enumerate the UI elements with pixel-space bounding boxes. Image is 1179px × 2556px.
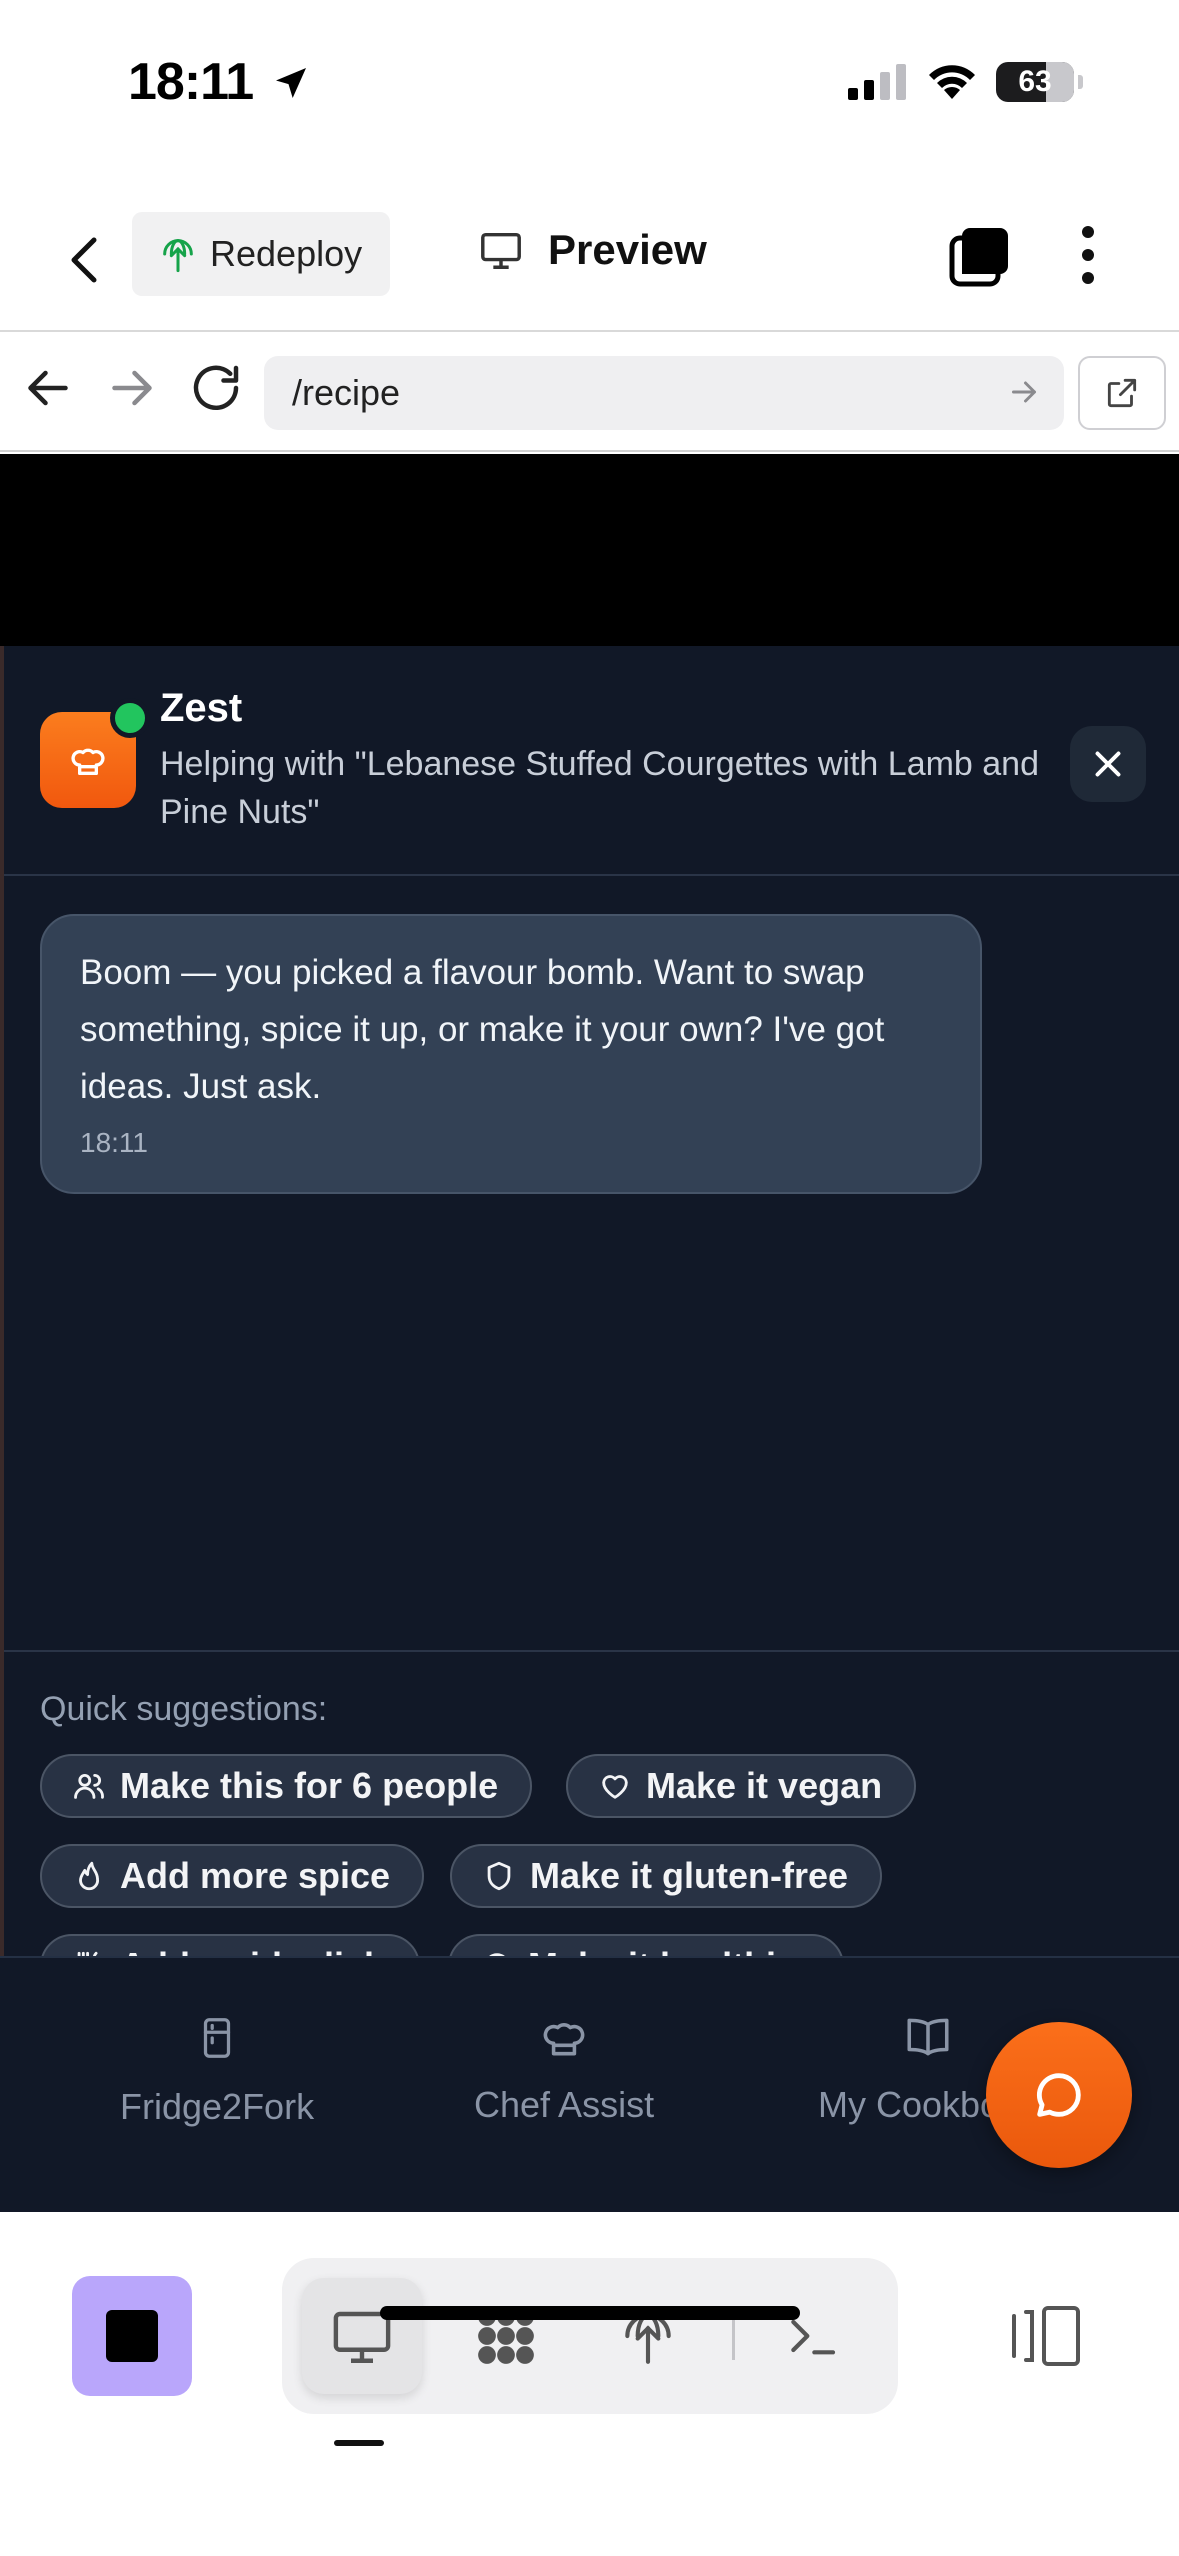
active-view-indicator [334,2440,384,2446]
suggestion-chip[interactable]: Make it vegan [566,1754,917,1818]
arrow-right-icon[interactable] [102,358,162,418]
utensils-icon [77,1951,98,1956]
message-time: 18:11 [80,1127,148,1158]
app-header: Redeploy Preview [0,200,1179,332]
url-input[interactable]: /recipe [264,356,1064,430]
preview-label: Preview [548,226,707,273]
online-status-dot [110,698,150,738]
suggestion-chip[interactable]: Make it healthier [448,1934,845,1956]
battery-tip [1078,75,1083,89]
tab-chef-assist[interactable]: Chef Assist [474,2012,654,2126]
chef-hat-icon [543,2023,585,2056]
shield-icon [487,1861,511,1891]
suggestion-label: Add more spice [120,1855,391,1896]
suggestion-chip[interactable]: Add more spice [40,1844,425,1908]
page-top-band [0,454,1179,646]
apps-view-button[interactable] [446,2278,566,2394]
quick-suggestions: Quick suggestions: Make this for 6 peopl… [4,1650,1179,1956]
redeploy-button[interactable]: Redeploy [132,212,391,296]
battery-level: 63 [1018,65,1052,98]
preview-title: Preview [478,226,707,274]
segment-divider [732,2314,735,2360]
back-chevron-icon[interactable] [60,230,110,290]
chat-fab-button[interactable] [986,2022,1132,2168]
tab-label: Fridge2Fork [120,2086,315,2127]
go-arrow-icon[interactable] [1006,374,1042,410]
bot-message: Boom — you picked a flavour bomb. Want t… [40,914,982,1194]
bottom-toolbar [0,2212,1179,2556]
tabs-icon[interactable] [948,224,1012,288]
suggestion-label: Add a side dish [120,1945,386,1956]
message-circle-icon [1036,2073,1081,2117]
suggestion-label: Make this for 6 people [120,1765,499,1806]
battery-indicator: 63 [996,62,1074,102]
users-icon [74,1773,104,1799]
chat-header: Zest Helping with "Lebanese Stuffed Cour… [4,646,1179,876]
suggestion-chip[interactable]: Make it gluten-free [450,1844,883,1908]
bot-name: Zest [160,686,243,730]
suggestions-label: Quick suggestions: [40,1690,328,1728]
external-link-icon [1107,378,1137,408]
url-path: /recipe [292,372,401,413]
shell-view-button[interactable] [752,2278,872,2394]
status-time-text: 18:11 [128,53,254,111]
deploy-icon [163,239,193,273]
stop-button[interactable] [72,2276,192,2396]
app-tab-bar: Fridge2Fork Chef Assist My Cookbook [0,1956,1179,2212]
open-external-button[interactable] [1078,356,1166,430]
monitor-icon [481,232,521,269]
flame-icon [79,1861,100,1891]
suggestion-label: Make it healthier [528,1945,810,1956]
tab-label: Chef Assist [474,2084,655,2125]
book-icon [907,2018,949,2056]
panels-icon[interactable] [1010,2304,1082,2368]
heart-icon [602,1775,628,1799]
bot-context: Helping with "Lebanese Stuffed Courgette… [160,745,1040,831]
message-text: Boom — you picked a flavour bomb. Want t… [80,953,885,1106]
preview-view-button[interactable] [302,2278,422,2394]
suggestion-label: Make it vegan [646,1765,883,1806]
tab-fridge2fork[interactable]: Fridge2Fork [120,2012,314,2128]
chef-hat-icon [71,748,105,775]
more-vertical-icon[interactable] [1066,222,1110,288]
home-indicator [380,2306,800,2320]
chat-panel: Zest Helping with "Lebanese Stuffed Cour… [0,646,1179,1956]
close-chat-button[interactable] [1070,726,1146,802]
status-time: 18:11 [128,52,311,112]
arrow-left-icon[interactable] [18,358,78,418]
circle-icon [489,1953,505,1956]
close-icon [1095,751,1121,777]
wifi-icon [929,65,975,99]
reload-icon[interactable] [186,358,246,418]
suggestion-chip[interactable]: Make this for 6 people [40,1754,533,1818]
location-arrow-icon [275,68,306,98]
fridge-icon [203,2018,231,2058]
deploy-view-button[interactable] [588,2278,708,2394]
stop-icon [106,2310,158,2362]
suggestion-label: Make it gluten-free [530,1855,849,1896]
status-indicators: 63 [848,62,1083,102]
view-switcher [282,2258,898,2414]
cellular-signal-icon [848,64,906,100]
url-bar: /recipe [0,334,1179,452]
redeploy-label: Redeploy [210,233,363,274]
suggestion-chip[interactable]: Add a side dish [40,1934,421,1956]
